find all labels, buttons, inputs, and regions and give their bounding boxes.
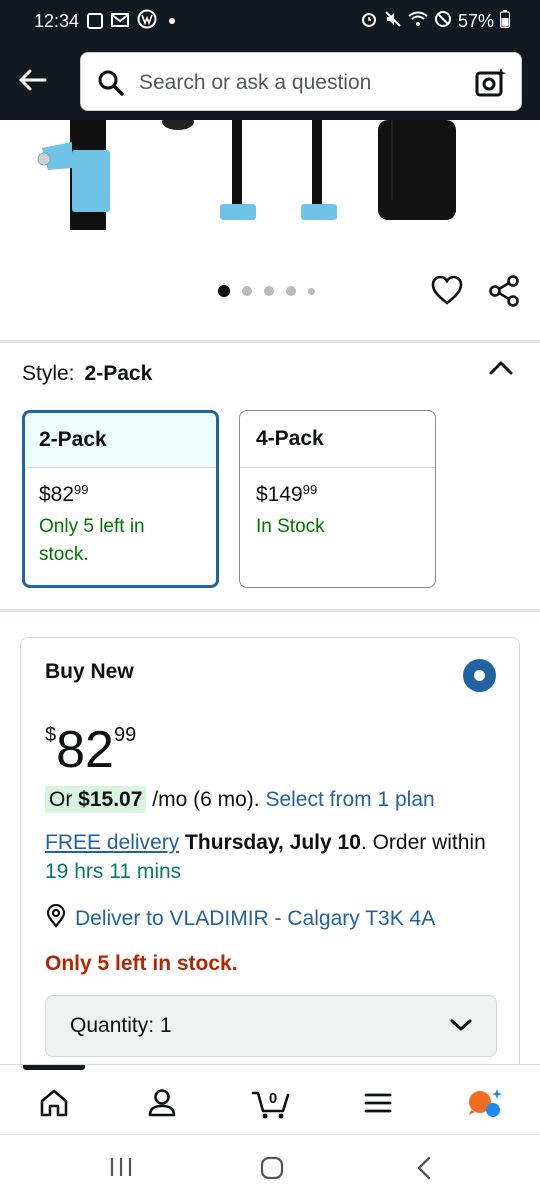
carousel-dot[interactable] [218,285,230,297]
monthly-payment: Or $15.07 /mo (6 mo). Select from 1 plan [45,786,435,813]
carousel-dots [218,285,315,297]
carousel-dot[interactable] [242,286,252,296]
heart-icon [431,275,463,305]
location-pin-icon [45,903,67,934]
order-text: . Order within [360,831,486,854]
product-image [37,120,456,230]
style-option-2-pack[interactable]: 2-Pack $8299 Only 5 left in stock. [22,410,219,588]
search-header [0,42,540,120]
low-stock-warning: Only 5 left in stock. [45,952,238,975]
option-stock-line2: stock. [39,544,89,565]
home-system-button[interactable] [259,1155,285,1186]
price-cents: 99 [113,724,137,746]
camera-search-icon[interactable] [475,67,507,104]
buy-new-card[interactable]: Buy New $8299 Or $15.07 /mo (6 mo). Sele… [20,637,520,1077]
home-circle-icon [260,1156,284,1180]
battery-icon [500,9,510,33]
carousel-dot[interactable] [264,286,274,296]
section-divider [0,340,540,343]
back-system-button[interactable] [414,1155,436,1186]
option-name: 4-Pack [240,411,435,468]
deliver-to-link[interactable]: Deliver to VLADIMIR - Calgary T3K 4A [45,903,436,934]
cart-count: 0 [269,1090,277,1107]
quantity-label: Quantity: 1 [70,1014,172,1037]
recent-apps-button[interactable] [108,1155,134,1184]
nav-cart[interactable]: 0 [249,1083,293,1123]
deliver-to-text: Deliver to VLADIMIR - Calgary T3K 4A [75,907,436,930]
nav-menu[interactable] [358,1083,398,1123]
monthly-suffix: /mo (6 mo). [146,788,266,811]
monthly-pill: Or $15.07 [45,786,147,813]
system-navigation-bar [0,1134,540,1200]
price-symbol: $ [45,724,57,746]
option-stock-line1: In Stock [256,516,325,537]
price-whole: 82 [56,721,114,779]
carousel-dot[interactable] [286,286,296,296]
option-price-dollars: $149 [256,483,303,506]
menu-icon [364,1093,392,1113]
nav-account[interactable] [142,1083,182,1123]
mute-icon [384,10,402,33]
search-box[interactable] [80,52,522,112]
buy-new-radio[interactable] [463,659,496,692]
vw-icon [137,9,157,34]
chevron-up-icon [489,361,513,375]
status-bar: 12:34 57% [0,0,540,42]
status-time: 12:34 [34,10,80,31]
option-stock: Only 5 left in stock. [39,513,202,569]
option-price: $14999 [256,482,419,507]
account-icon [148,1089,176,1117]
notification-dot-icon [169,18,176,24]
search-input[interactable] [139,53,459,112]
monthly-prefix: Or [49,788,79,811]
nav-home[interactable] [34,1083,74,1123]
nav-rufus[interactable] [466,1083,506,1123]
alarm-icon [360,10,378,33]
home-icon [40,1089,68,1117]
wifi-icon [408,11,428,32]
arrow-left-icon [19,69,47,91]
battery-percent: 57% [457,10,494,31]
option-price: $8299 [39,482,202,507]
collapse-style-button[interactable] [488,358,514,383]
free-delivery-link[interactable]: FREE delivery [45,831,179,854]
cart-icon: 0 [251,1090,290,1119]
recent-apps-icon [110,1158,132,1176]
dnd-icon [434,10,452,33]
buy-new-title: Buy New [45,660,134,683]
section-divider [0,609,540,612]
search-icon [97,69,125,102]
carousel-dot[interactable] [308,287,315,295]
monthly-amount: $15.07 [78,788,143,811]
style-option-4-pack[interactable]: 4-Pack $14999 In Stock [239,410,436,588]
select-plan-link[interactable]: Select from 1 plan [265,788,434,811]
gallery-icon [87,13,104,29]
active-tab-indicator [23,1065,85,1070]
option-price-cents: 99 [302,482,318,497]
option-price-cents: 99 [74,482,89,497]
bottom-navigation: 0 [0,1064,540,1134]
option-name: 2-Pack [25,413,216,468]
delivery-date: Thursday, July 10 [185,831,361,854]
wishlist-button[interactable] [430,274,464,311]
buy-price: $8299 [45,720,136,780]
delivery-info: FREE delivery Thursday, July 10. Order w… [45,828,505,886]
quantity-select[interactable]: Quantity: 1 [45,995,497,1057]
delivery-countdown: 19 hrs 11 mins [45,860,182,883]
mail-icon [111,11,130,32]
option-stock: In Stock [256,513,419,541]
style-selector-header: Style: 2-Pack [22,362,152,386]
back-button[interactable] [14,62,50,98]
option-stock-line1: Only 5 left in [39,516,145,537]
rufus-assistant-icon [469,1089,502,1117]
chevron-down-icon [450,1014,472,1038]
share-button[interactable] [487,274,521,313]
style-label: Style: [22,362,75,385]
option-price-dollars: $82 [39,483,75,506]
style-value: 2-Pack [84,362,153,385]
share-icon [489,275,519,307]
back-chevron-icon [417,1156,431,1180]
